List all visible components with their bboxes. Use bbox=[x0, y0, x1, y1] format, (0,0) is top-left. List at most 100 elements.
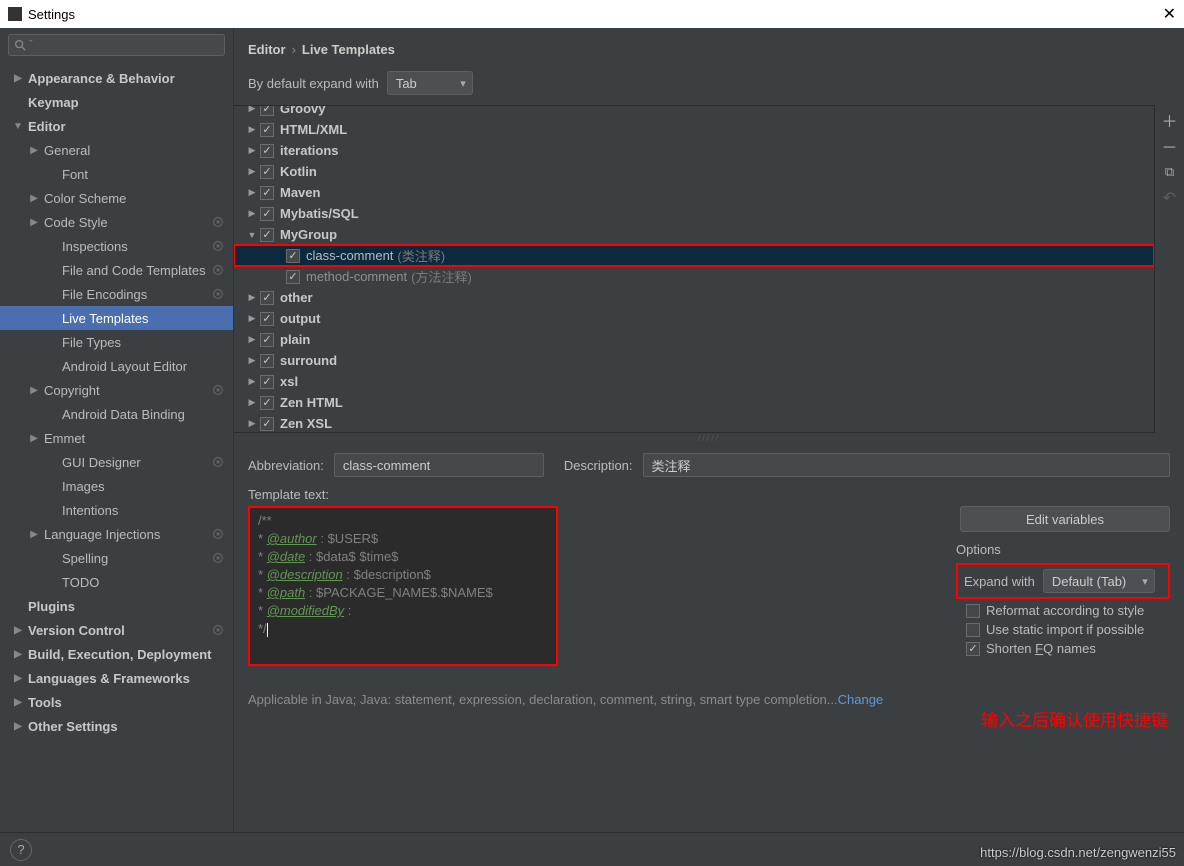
sidebar-item[interactable]: Copyright bbox=[0, 378, 233, 402]
sidebar-item[interactable]: Font bbox=[0, 162, 233, 186]
remove-icon[interactable]: － bbox=[1161, 137, 1179, 155]
checkbox-icon[interactable] bbox=[260, 312, 274, 326]
annotation-text: 输入之后确认使用快捷键 bbox=[981, 706, 1168, 731]
template-text-editor[interactable]: /** * @author : $USER$ * @date : $data$ … bbox=[248, 506, 558, 666]
change-link[interactable]: Change bbox=[838, 692, 884, 707]
sidebar-item[interactable]: File Encodings bbox=[0, 282, 233, 306]
expand-with-combo[interactable]: Default (Tab) bbox=[1043, 569, 1155, 593]
help-button[interactable]: ? bbox=[10, 839, 32, 861]
gear-icon bbox=[211, 551, 225, 565]
gear-icon bbox=[211, 455, 225, 469]
template-group-item[interactable]: HTML/XML bbox=[234, 119, 1154, 140]
checkbox-icon[interactable] bbox=[260, 207, 274, 221]
template-group-item[interactable]: Maven bbox=[234, 182, 1154, 203]
sidebar-item[interactable]: File and Code Templates bbox=[0, 258, 233, 282]
checkbox-icon[interactable] bbox=[260, 396, 274, 410]
template-groups-tree[interactable]: GroovyHTML/XMLiterationsKotlinMavenMybat… bbox=[234, 105, 1154, 433]
checkbox-icon[interactable] bbox=[260, 165, 274, 179]
search-icon bbox=[13, 38, 27, 52]
sidebar-item[interactable]: Emmet bbox=[0, 426, 233, 450]
abbreviation-label: Abbreviation: bbox=[248, 458, 324, 473]
sidebar-item[interactable]: Languages & Frameworks bbox=[0, 666, 233, 690]
checkbox-icon[interactable] bbox=[260, 186, 274, 200]
checkbox-icon[interactable] bbox=[260, 375, 274, 389]
sidebar-item[interactable]: General bbox=[0, 138, 233, 162]
side-toolbar: ＋ － ⧉ ↶ bbox=[1154, 105, 1184, 433]
options-title: Options bbox=[956, 542, 1170, 557]
sidebar-item[interactable]: Android Layout Editor bbox=[0, 354, 233, 378]
gear-icon bbox=[211, 215, 225, 229]
sidebar-item[interactable]: Editor bbox=[0, 114, 233, 138]
template-group-item[interactable]: Groovy bbox=[234, 105, 1154, 119]
reformat-checkbox[interactable]: Reformat according to style bbox=[956, 603, 1170, 618]
undo-icon[interactable]: ↶ bbox=[1161, 189, 1179, 207]
template-group-item[interactable]: MyGroup bbox=[234, 224, 1154, 245]
gear-icon bbox=[211, 383, 225, 397]
search-input[interactable]: ˇ bbox=[8, 34, 225, 56]
template-group-item[interactable]: xsl bbox=[234, 371, 1154, 392]
sidebar-item[interactable]: Language Injections bbox=[0, 522, 233, 546]
checkbox-icon[interactable] bbox=[260, 228, 274, 242]
resize-handle[interactable]: ///// bbox=[234, 433, 1184, 443]
sidebar-item[interactable]: Android Data Binding bbox=[0, 402, 233, 426]
edit-variables-button[interactable]: Edit variables bbox=[960, 506, 1170, 532]
sidebar-item[interactable]: Code Style bbox=[0, 210, 233, 234]
add-icon[interactable]: ＋ bbox=[1161, 111, 1179, 129]
template-text-label: Template text: bbox=[248, 487, 329, 502]
template-group-item[interactable]: plain bbox=[234, 329, 1154, 350]
template-group-item[interactable]: Zen XSL bbox=[234, 413, 1154, 433]
template-group-item[interactable]: class-comment(类注释) bbox=[234, 245, 1154, 266]
sidebar-item[interactable]: Tools bbox=[0, 690, 233, 714]
sidebar-item[interactable]: Inspections bbox=[0, 234, 233, 258]
close-icon[interactable]: ✕ bbox=[1163, 4, 1176, 24]
checkbox-icon[interactable] bbox=[260, 333, 274, 347]
sidebar-item[interactable]: GUI Designer bbox=[0, 450, 233, 474]
checkbox-icon[interactable] bbox=[286, 249, 300, 263]
checkbox-icon[interactable] bbox=[260, 354, 274, 368]
sidebar-item[interactable]: Other Settings bbox=[0, 714, 233, 738]
sidebar-item[interactable]: Build, Execution, Deployment bbox=[0, 642, 233, 666]
default-expand-combo[interactable]: Tab bbox=[387, 71, 473, 95]
template-group-item[interactable]: output bbox=[234, 308, 1154, 329]
app-icon bbox=[8, 7, 22, 21]
template-group-item[interactable]: Kotlin bbox=[234, 161, 1154, 182]
sidebar-item[interactable]: Color Scheme bbox=[0, 186, 233, 210]
sidebar-item[interactable]: Keymap bbox=[0, 90, 233, 114]
checkbox-icon[interactable] bbox=[286, 270, 300, 284]
abbreviation-input[interactable] bbox=[334, 453, 544, 477]
static-import-checkbox[interactable]: Use static import if possible bbox=[956, 622, 1170, 637]
title-bar: Settings ✕ bbox=[0, 0, 1184, 28]
sidebar-item[interactable]: Live Templates bbox=[0, 306, 233, 330]
sidebar-item[interactable]: Version Control bbox=[0, 618, 233, 642]
sidebar-item[interactable]: Appearance & Behavior bbox=[0, 66, 233, 90]
sidebar-item[interactable]: TODO bbox=[0, 570, 233, 594]
description-input[interactable] bbox=[643, 453, 1170, 477]
sidebar-item[interactable]: Spelling bbox=[0, 546, 233, 570]
template-group-item[interactable]: iterations bbox=[234, 140, 1154, 161]
expand-label: By default expand with bbox=[248, 76, 379, 91]
copy-icon[interactable]: ⧉ bbox=[1161, 163, 1179, 181]
template-group-item[interactable]: other bbox=[234, 287, 1154, 308]
checkbox-icon[interactable] bbox=[260, 144, 274, 158]
watermark: https://blog.csdn.net/zengwenzi55 bbox=[980, 845, 1176, 860]
checkbox-icon[interactable] bbox=[260, 123, 274, 137]
content-pane: Editor›Live Templates By default expand … bbox=[234, 28, 1184, 832]
template-group-item[interactable]: Mybatis/SQL bbox=[234, 203, 1154, 224]
settings-tree[interactable]: Appearance & BehaviorKeymapEditorGeneral… bbox=[0, 62, 233, 832]
template-group-item[interactable]: surround bbox=[234, 350, 1154, 371]
sidebar-item[interactable]: Images bbox=[0, 474, 233, 498]
checkbox-icon[interactable] bbox=[260, 291, 274, 305]
sidebar-item[interactable]: Intentions bbox=[0, 498, 233, 522]
sidebar-item[interactable]: File Types bbox=[0, 330, 233, 354]
gear-icon bbox=[211, 287, 225, 301]
checkbox-icon[interactable] bbox=[260, 417, 274, 431]
template-group-item[interactable]: Zen HTML bbox=[234, 392, 1154, 413]
checkbox-icon[interactable] bbox=[260, 105, 274, 116]
shorten-fq-checkbox[interactable]: Shorten FQ names bbox=[956, 641, 1170, 656]
sidebar-item[interactable]: Plugins bbox=[0, 594, 233, 618]
template-group-item[interactable]: method-comment(方法注释) bbox=[234, 266, 1154, 287]
window-title: Settings bbox=[28, 7, 75, 22]
breadcrumb: Editor›Live Templates bbox=[234, 28, 1184, 65]
gear-icon bbox=[211, 527, 225, 541]
description-label: Description: bbox=[564, 458, 633, 473]
